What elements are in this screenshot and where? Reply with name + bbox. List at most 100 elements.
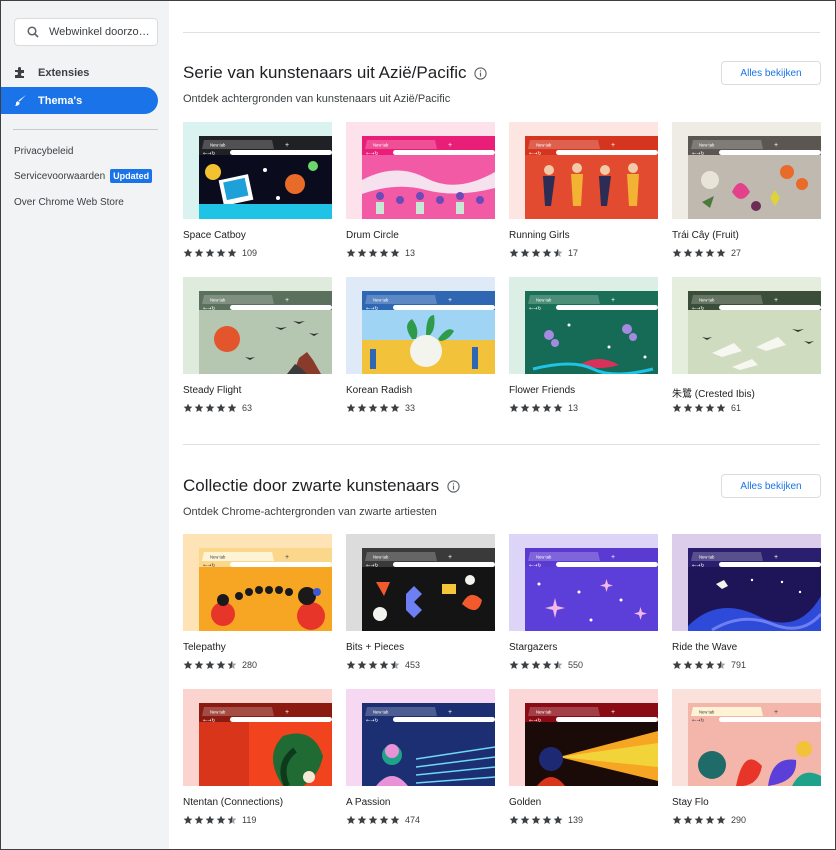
theme-card[interactable]: New tab + ←→↻ Korean Radish 33 — [346, 277, 495, 427]
star-icon — [216, 248, 226, 257]
info-icon[interactable] — [474, 66, 488, 80]
theme-thumbnail: New tab +←→↻ — [509, 689, 658, 786]
theme-card[interactable]: New tab + ←→↻ Golden 139 — [509, 689, 658, 839]
theme-card[interactable]: New tab + ←→↻ Flower Friends 13 — [509, 277, 658, 427]
theme-name[interactable]: Ride the Wave — [672, 642, 737, 653]
svg-text:+: + — [611, 142, 615, 149]
theme-thumbnail-wrap[interactable]: New tab + ←→↻ — [509, 122, 658, 219]
theme-name[interactable]: Ntentan (Connections) — [183, 797, 283, 808]
rating: 139 — [509, 815, 583, 825]
theme-thumbnail: New tab +←→↻ — [509, 122, 658, 219]
rating: 453 — [346, 660, 420, 670]
theme-thumbnail-wrap[interactable]: New tab + ←→↻ — [509, 277, 658, 374]
star-icon — [205, 815, 215, 824]
rating: 61 — [672, 403, 741, 413]
star-icon — [683, 248, 693, 257]
theme-thumbnail-wrap[interactable]: New tab + ←→↻ — [672, 534, 821, 631]
theme-name[interactable]: Stargazers — [509, 642, 557, 653]
search-input[interactable]: Webwinkel doorzo… — [14, 18, 158, 46]
terms-link[interactable]: Servicevoorwaarden Updated — [14, 169, 153, 183]
theme-card[interactable]: New tab + ←→↻ Ride the Wave 791 — [672, 534, 821, 684]
theme-name[interactable]: Running Girls — [509, 230, 570, 241]
nav-item-themes[interactable]: Thema's — [1, 87, 158, 114]
theme-name[interactable]: Korean Radish — [346, 385, 412, 396]
star-icon — [716, 815, 726, 824]
nav-item-extensions[interactable]: Extensies — [1, 59, 158, 86]
theme-card[interactable]: New tab + ←→↻ Stay Flo 290 — [672, 689, 821, 839]
star-rating — [183, 660, 238, 670]
theme-thumbnail: New tab +←→↻ — [183, 534, 332, 631]
star-icon — [542, 248, 552, 257]
theme-name[interactable]: Flower Friends — [509, 385, 575, 396]
star-icon — [216, 403, 226, 412]
star-icon — [357, 403, 367, 412]
theme-name[interactable]: Space Catboy — [183, 230, 246, 241]
theme-card[interactable]: New tab + ←→↻ Stargazers 550 — [509, 534, 658, 684]
theme-name[interactable]: Drum Circle — [346, 230, 399, 241]
theme-thumbnail-wrap[interactable]: New tab + ←→↻ — [183, 534, 332, 631]
star-icon — [705, 248, 715, 257]
star-icon — [705, 403, 715, 412]
star-icon — [694, 403, 704, 412]
star-icon — [216, 660, 226, 669]
theme-card[interactable]: New tab + ←→↻ Steady Flight 63 — [183, 277, 332, 427]
privacy-link[interactable]: Privacybeleid — [14, 146, 73, 157]
theme-thumbnail-wrap[interactable]: New tab + ←→↻ — [183, 277, 332, 374]
theme-name[interactable]: 朱鷺 (Crested Ibis) — [672, 385, 755, 400]
theme-name[interactable]: Stay Flo — [672, 797, 709, 808]
star-icon — [368, 660, 378, 669]
theme-card[interactable]: New tab + ←→↻ Ntentan (Connections) 119 — [183, 689, 332, 839]
star-icon — [694, 815, 704, 824]
star-rating — [346, 248, 401, 258]
info-icon[interactable] — [447, 479, 460, 493]
theme-thumbnail-wrap[interactable]: New tab + ←→↻ — [346, 534, 495, 631]
theme-card[interactable]: New tab + ←→↻ Drum Circle 13 — [346, 122, 495, 272]
nav-item-label: Thema's — [38, 94, 83, 107]
theme-name[interactable]: Steady Flight — [183, 385, 241, 396]
theme-thumbnail-wrap[interactable]: New tab + ←→↻ — [346, 122, 495, 219]
star-rating — [183, 248, 238, 258]
theme-card[interactable]: New tab + ←→↻ Telepathy 280 — [183, 534, 332, 684]
theme-card[interactable]: New tab + ←→↻ Space Catboy 109 — [183, 122, 332, 272]
theme-card[interactable]: New tab + ←→↻ Bits + Pieces 453 — [346, 534, 495, 684]
theme-thumbnail-wrap[interactable]: New tab + ←→↻ — [346, 689, 495, 786]
theme-name[interactable]: Telepathy — [183, 642, 226, 653]
star-icon — [705, 815, 715, 824]
star-rating — [346, 815, 401, 825]
star-rating — [183, 403, 238, 413]
star-icon — [357, 815, 367, 824]
tab-label: New tab — [536, 143, 552, 148]
divider — [183, 444, 820, 445]
svg-text:+: + — [285, 142, 289, 149]
see-all-button[interactable]: Alles bekijken — [721, 474, 821, 498]
theme-name[interactable]: Golden — [509, 797, 541, 808]
theme-thumbnail-wrap[interactable]: New tab + ←→↻ — [509, 534, 658, 631]
theme-thumbnail-wrap[interactable]: New tab + ←→↻ — [183, 122, 332, 219]
theme-name[interactable]: Trái Cây (Fruit) — [672, 230, 739, 241]
star-icon — [716, 660, 726, 669]
rating: 550 — [509, 660, 583, 670]
rating: 33 — [346, 403, 415, 413]
tab-label: New tab — [210, 555, 226, 560]
tab-label: New tab — [210, 710, 226, 715]
theme-thumbnail-wrap[interactable]: New tab + ←→↻ — [672, 122, 821, 219]
theme-name[interactable]: Bits + Pieces — [346, 642, 404, 653]
theme-thumbnail-wrap[interactable]: New tab + ←→↻ — [509, 689, 658, 786]
star-rating — [183, 815, 238, 825]
theme-thumbnail: New tab +←→↻ — [672, 277, 821, 374]
about-link[interactable]: Over Chrome Web Store — [14, 197, 124, 208]
theme-thumbnail-wrap[interactable]: New tab + ←→↻ — [183, 689, 332, 786]
rating-count: 280 — [242, 660, 258, 670]
theme-thumbnail: New tab +←→↻ — [346, 534, 495, 631]
theme-thumbnail-wrap[interactable]: New tab + ←→↻ — [672, 689, 821, 786]
theme-card[interactable]: New tab + ←→↻ Running Girls 17 — [509, 122, 658, 272]
theme-card[interactable]: New tab + ←→↻ A Passion 474 — [346, 689, 495, 839]
theme-card[interactable]: New tab + ←→↻ 朱鷺 (Crested Ibis) 61 — [672, 277, 821, 427]
see-all-button[interactable]: Alles bekijken — [721, 61, 821, 85]
theme-thumbnail-wrap[interactable]: New tab + ←→↻ — [672, 277, 821, 374]
theme-card[interactable]: New tab + ←→↻ Trái Cây (Fruit) 27 — [672, 122, 821, 272]
theme-thumbnail: New tab +←→↻ — [183, 689, 332, 786]
star-icon — [227, 248, 237, 257]
theme-thumbnail-wrap[interactable]: New tab + ←→↻ — [346, 277, 495, 374]
theme-name[interactable]: A Passion — [346, 797, 390, 808]
